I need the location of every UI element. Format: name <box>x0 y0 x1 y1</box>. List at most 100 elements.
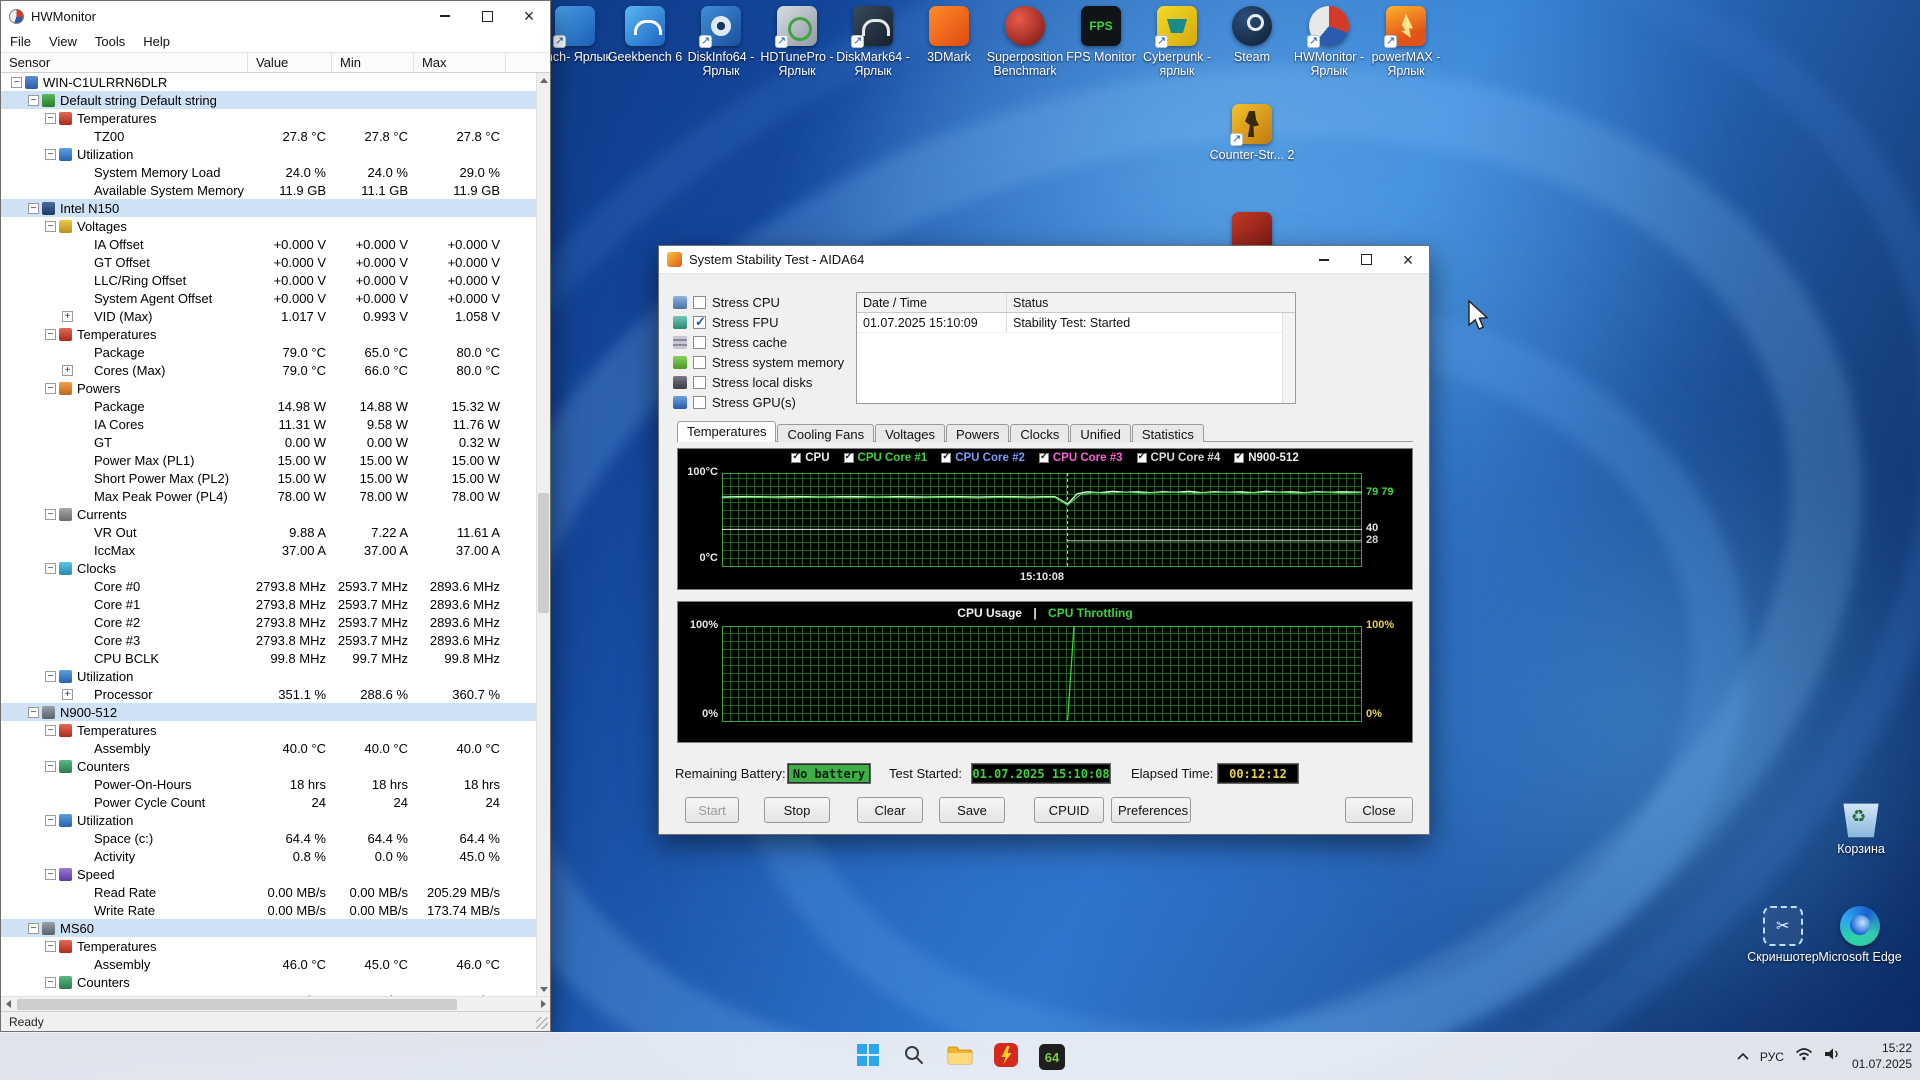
preferences-button[interactable]: Preferences <box>1111 797 1191 823</box>
taskbar-file-explorer-button[interactable] <box>940 1037 980 1077</box>
menu-help[interactable]: Help <box>134 34 179 49</box>
sensor-row[interactable]: System Agent Offset+0.000 V+0.000 V+0.00… <box>1 289 536 307</box>
tree-device-row[interactable]: −Intel N150 <box>1 199 536 217</box>
sensor-row[interactable]: Core #02793.8 MHz2593.7 MHz2893.6 MHz <box>1 577 536 595</box>
sensor-row[interactable]: TZ0027.8 °C27.8 °C27.8 °C <box>1 127 536 145</box>
tree-expander-icon[interactable]: − <box>28 923 39 934</box>
tree-category-row[interactable]: −Temperatures <box>1 109 536 127</box>
tree-expander-icon[interactable]: + <box>62 689 73 700</box>
legend-item[interactable]: CPU Core #2 <box>941 452 1025 464</box>
tree-expander-icon[interactable]: − <box>45 383 56 394</box>
desktop-icon-recycle-bin[interactable]: Корзина <box>1815 798 1907 856</box>
log-column-status[interactable]: Status <box>1007 296 1295 310</box>
tab-powers[interactable]: Powers <box>946 424 1009 442</box>
tree-expander-icon[interactable]: − <box>45 563 56 574</box>
tree-expander-icon[interactable]: − <box>45 671 56 682</box>
tray-language-indicator[interactable]: РУС <box>1760 1050 1784 1064</box>
tree-category-row[interactable]: −Utilization <box>1 667 536 685</box>
start-button[interactable]: Start <box>685 797 739 823</box>
tree-device-row[interactable]: −N900-512 <box>1 703 536 721</box>
legend-item[interactable]: N900-512 <box>1234 452 1299 464</box>
tab-temperatures[interactable]: Temperatures <box>677 421 776 442</box>
minimize-button[interactable] <box>1303 246 1345 273</box>
tree-expander-icon[interactable]: − <box>28 203 39 214</box>
sensor-row[interactable]: +VID (Max)1.017 V0.993 V1.058 V <box>1 307 536 325</box>
tree-expander-icon[interactable]: − <box>28 95 39 106</box>
tree-expander-icon[interactable]: − <box>45 509 56 520</box>
sensor-row[interactable]: Short Power Max (PL2)15.00 W15.00 W15.00… <box>1 469 536 487</box>
scroll-right-arrow-icon[interactable] <box>536 997 550 1011</box>
tree-category-row[interactable]: −Counters <box>1 973 536 991</box>
desktop-icon-edge[interactable]: Microsoft Edge <box>1814 906 1906 964</box>
legend-checkbox-icon[interactable] <box>941 453 951 463</box>
tree-expander-icon[interactable]: − <box>45 113 56 124</box>
aida64-titlebar[interactable]: System Stability Test - AIDA64 <box>659 246 1429 274</box>
taskbar-search-button[interactable] <box>894 1037 934 1077</box>
tree-expander-icon[interactable]: − <box>45 941 56 952</box>
tab-unified[interactable]: Unified <box>1070 424 1130 442</box>
tree-expander-icon[interactable]: − <box>45 149 56 160</box>
legend-item[interactable]: CPU <box>791 452 829 464</box>
horizontal-scrollbar[interactable] <box>1 996 550 1011</box>
tree-device-row[interactable]: −Default string Default string <box>1 91 536 109</box>
tray-clock[interactable]: 15:22 01.07.2025 <box>1852 1041 1912 1072</box>
tree-expander-icon[interactable]: − <box>45 329 56 340</box>
checkbox-checked[interactable] <box>693 316 706 329</box>
stress-option[interactable]: Stress GPU(s) <box>673 392 853 412</box>
sensor-row[interactable]: Write Rate0.00 MB/s0.00 MB/s173.74 MB/s <box>1 901 536 919</box>
menu-view[interactable]: View <box>40 34 86 49</box>
column-header-max[interactable]: Max <box>414 53 506 72</box>
network-icon[interactable] <box>1795 1047 1813 1066</box>
tree-category-row[interactable]: −Voltages <box>1 217 536 235</box>
tree-category-row[interactable]: −Counters <box>1 757 536 775</box>
tree-expander-icon[interactable]: + <box>62 365 73 376</box>
log-column-datetime[interactable]: Date / Time <box>857 293 1007 312</box>
legend-checkbox-icon[interactable] <box>1234 453 1244 463</box>
stress-option[interactable]: Stress local disks <box>673 372 853 392</box>
sensor-row[interactable]: IA Cores11.31 W9.58 W11.76 W <box>1 415 536 433</box>
tree-node-row[interactable]: −WIN-C1ULRRN6DLR <box>1 73 536 91</box>
sensor-row[interactable]: Core #12793.8 MHz2593.7 MHz2893.6 MHz <box>1 595 536 613</box>
tree-category-row[interactable]: −Speed <box>1 865 536 883</box>
tree-expander-icon[interactable]: − <box>45 815 56 826</box>
tree-expander-icon[interactable]: − <box>45 761 56 772</box>
clear-button[interactable]: Clear <box>857 797 923 823</box>
sensor-row[interactable]: Power Cycle Count242424 <box>1 793 536 811</box>
vertical-scrollbar-thumb[interactable] <box>538 493 549 613</box>
tree-expander-icon[interactable]: − <box>11 77 22 88</box>
stop-button[interactable]: Stop <box>764 797 830 823</box>
checkbox-unchecked[interactable] <box>693 336 706 349</box>
sensor-row[interactable]: GT Offset+0.000 V+0.000 V+0.000 V <box>1 253 536 271</box>
close-test-button[interactable]: Close <box>1345 797 1413 823</box>
tree-expander-icon[interactable]: − <box>45 221 56 232</box>
desktop-icon-powermax[interactable]: powerMAX - Ярлык <box>1360 6 1452 79</box>
desktop-icon-cs2[interactable]: Counter-Str... 2 <box>1206 104 1298 162</box>
tree-category-row[interactable]: −Temperatures <box>1 325 536 343</box>
sensor-row[interactable]: Assembly40.0 °C40.0 °C40.0 °C <box>1 739 536 757</box>
cpuid-button[interactable]: CPUID <box>1034 797 1104 823</box>
volume-icon[interactable] <box>1824 1047 1841 1066</box>
sensor-row[interactable]: Assembly46.0 °C45.0 °C46.0 °C <box>1 955 536 973</box>
tree-category-row[interactable]: −Utilization <box>1 145 536 163</box>
stress-option[interactable]: Stress cache <box>673 332 853 352</box>
tree-device-row[interactable]: −MS60 <box>1 919 536 937</box>
legend-item[interactable]: CPU Core #3 <box>1039 452 1123 464</box>
menu-tools[interactable]: Tools <box>86 34 134 49</box>
tab-clocks[interactable]: Clocks <box>1010 424 1069 442</box>
sensor-row[interactable]: Package79.0 °C65.0 °C80.0 °C <box>1 343 536 361</box>
maximize-button[interactable] <box>466 1 508 31</box>
sensor-row[interactable]: Package14.98 W14.88 W15.32 W <box>1 397 536 415</box>
minimize-button[interactable] <box>424 1 466 31</box>
close-button[interactable] <box>1387 246 1429 273</box>
sensor-row[interactable]: GT0.00 W0.00 W0.32 W <box>1 433 536 451</box>
maximize-button[interactable] <box>1345 246 1387 273</box>
horizontal-scrollbar-thumb[interactable] <box>17 999 457 1010</box>
tray-chevron-icon[interactable] <box>1737 1048 1749 1066</box>
column-header-value[interactable]: Value <box>248 53 332 72</box>
taskbar-aida64-button[interactable]: 64 <box>1032 1037 1072 1077</box>
tree-category-row[interactable]: −Currents <box>1 505 536 523</box>
scroll-down-arrow-icon[interactable] <box>537 982 550 996</box>
sensor-row[interactable]: Max Peak Power (PL4)78.00 W78.00 W78.00 … <box>1 487 536 505</box>
stress-option[interactable]: Stress FPU <box>673 312 853 332</box>
tree-category-row[interactable]: −Powers <box>1 379 536 397</box>
